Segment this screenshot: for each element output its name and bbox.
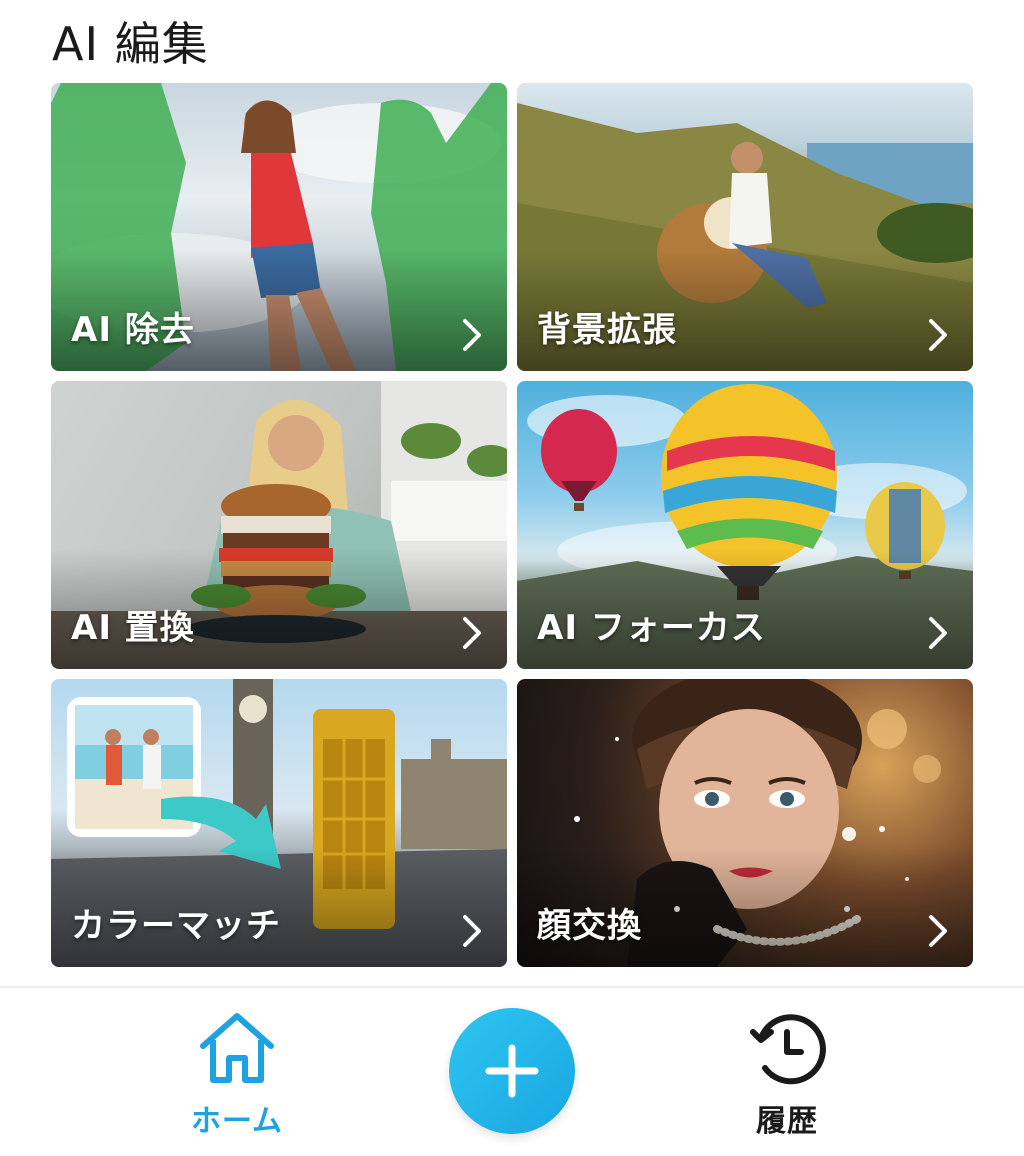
add-button[interactable] bbox=[449, 1008, 575, 1134]
nav-history-label: 履歴 bbox=[756, 1104, 818, 1139]
card-color-match[interactable]: カラーマッチ bbox=[51, 679, 507, 967]
card-label-ai-replace: AI 置換 bbox=[71, 608, 195, 648]
card-face-swap[interactable]: 顔交換 bbox=[517, 679, 973, 967]
nav-history[interactable]: 履歴 bbox=[732, 1010, 842, 1140]
home-icon bbox=[200, 1013, 274, 1083]
nav-home-label: ホーム bbox=[190, 1104, 284, 1139]
chevron-right-icon bbox=[463, 915, 481, 947]
card-label-color-match: カラーマッチ bbox=[71, 906, 281, 946]
chevron-right-icon bbox=[463, 617, 481, 649]
card-ai-remove[interactable]: AI 除去 bbox=[51, 83, 507, 371]
card-label-face-swap: 顔交換 bbox=[537, 906, 642, 946]
chevron-right-icon bbox=[929, 617, 947, 649]
card-label-background-expand: 背景拡張 bbox=[537, 310, 677, 350]
nav-home[interactable]: ホーム bbox=[182, 1010, 292, 1140]
chevron-right-icon bbox=[463, 319, 481, 351]
ai-edit-grid: AI 除去 背景拡張 AI 置換 AI フォーカス カラーマッチ 顔交換 bbox=[51, 83, 973, 967]
card-ai-focus[interactable]: AI フォーカス bbox=[517, 381, 973, 669]
chevron-right-icon bbox=[929, 319, 947, 351]
history-icon bbox=[750, 1014, 826, 1085]
card-label-ai-remove: AI 除去 bbox=[71, 310, 195, 350]
section-title: AI 編集 bbox=[52, 17, 209, 71]
bottom-nav-divider bbox=[0, 986, 1024, 988]
card-label-ai-focus: AI フォーカス bbox=[537, 608, 766, 648]
card-background-expand[interactable]: 背景拡張 bbox=[517, 83, 973, 371]
card-ai-replace[interactable]: AI 置換 bbox=[51, 381, 507, 669]
plus-icon bbox=[485, 1044, 539, 1098]
chevron-right-icon bbox=[929, 915, 947, 947]
